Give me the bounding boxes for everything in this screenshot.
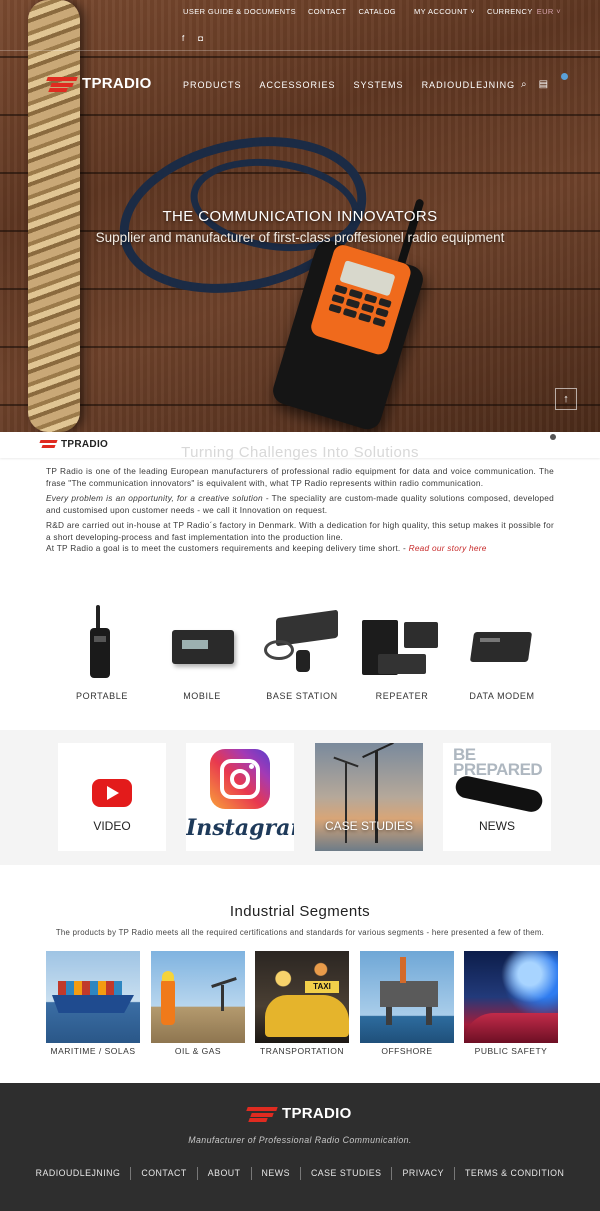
instagram-icon[interactable]: ◘ xyxy=(198,34,203,43)
media-tiles: VIDEO Instagram CASE STUDIES BE PREPARED… xyxy=(0,730,600,865)
footer-links: RADIOUDLEJNING CONTACT ABOUT NEWS CASE S… xyxy=(0,1167,600,1180)
mobile-radio-image xyxy=(152,600,252,680)
top-link-catalog[interactable]: CATALOG xyxy=(358,7,396,16)
segment-offshore[interactable]: OFFSHORE xyxy=(360,951,454,1056)
cart-badge xyxy=(560,73,568,80)
hero-title: THE COMMUNICATION INNOVATORS xyxy=(162,208,438,225)
top-link-contact[interactable]: CONTACT xyxy=(308,7,347,16)
logo-mark-icon xyxy=(46,76,79,92)
segments-subtitle: The products by TP Radio meets all the r… xyxy=(55,928,545,937)
main-nav: PRODUCTS ACCESSORIES SYSTEMS RADIOUDLEJN… xyxy=(183,80,533,90)
be-prepared-artwork: BE PREPARED xyxy=(453,746,551,779)
transportation-image: TAXI xyxy=(255,951,349,1043)
segment-public-safety[interactable]: PUBLIC SAFETY xyxy=(464,951,558,1056)
footer-link-radioudlejning[interactable]: RADIOUDLEJNING xyxy=(26,1167,131,1180)
segment-maritime[interactable]: MARITIME / SOLAS xyxy=(46,951,140,1056)
hero-subtitle: Supplier and manufacturer of first-class… xyxy=(95,230,505,245)
maritime-image xyxy=(46,951,140,1043)
segment-oil-gas[interactable]: OIL & GAS xyxy=(151,951,245,1056)
product-base-station[interactable]: BASE STATION xyxy=(252,600,352,701)
segment-label-maritime: MARITIME / SOLAS xyxy=(50,1046,136,1056)
top-link-user-guide[interactable]: USER GUIDE & DOCUMENTS xyxy=(183,7,296,16)
tile-video[interactable]: VIDEO xyxy=(58,743,166,851)
nav-products[interactable]: PRODUCTS xyxy=(183,80,242,90)
brand-name: TPRADIO xyxy=(82,75,152,92)
segment-label-offshore: OFFSHORE xyxy=(381,1046,433,1056)
tile-label-video: VIDEO xyxy=(93,819,131,833)
footer-tagline: Manufacturer of Professional Radio Commu… xyxy=(188,1135,412,1145)
tile-case-studies[interactable]: CASE STUDIES xyxy=(315,743,423,851)
currency-select[interactable]: EUR ˅ xyxy=(537,7,561,16)
cart-icon[interactable]: ▤ xyxy=(539,73,568,90)
product-categories: PORTABLE MOBILE BASE STATION REPEATER DA… xyxy=(52,600,552,701)
footer-link-contact[interactable]: CONTACT xyxy=(130,1167,196,1180)
top-link-my-account[interactable]: MY ACCOUNT ˅ xyxy=(414,7,475,16)
footer-link-case-studies[interactable]: CASE STUDIES xyxy=(299,1167,392,1180)
brand-logo[interactable]: TPRADIO xyxy=(46,75,152,92)
footer: TPRADIO Manufacturer of Professional Rad… xyxy=(0,1083,600,1211)
tile-instagram[interactable]: Instagram xyxy=(186,743,294,851)
logo-mark-icon xyxy=(246,1106,279,1122)
intro-paragraph-1: TP Radio is one of the leading European … xyxy=(46,466,554,488)
footer-link-news[interactable]: NEWS xyxy=(250,1167,300,1180)
product-label-portable: PORTABLE xyxy=(76,691,128,701)
nav-accessories[interactable]: ACCESSORIES xyxy=(260,80,336,90)
segment-label-transportation: TRANSPORTATION xyxy=(260,1046,344,1056)
facebook-icon[interactable]: f xyxy=(182,34,184,43)
intro-paragraph-4-text: At TP Radio a goal is to meet the custom… xyxy=(46,543,409,553)
search-icon[interactable]: ⌕ xyxy=(521,79,527,90)
base-station-image xyxy=(252,600,352,680)
read-story-link[interactable]: Read our story here xyxy=(409,543,487,553)
product-label-base-station: BASE STATION xyxy=(266,691,338,701)
product-repeater[interactable]: REPEATER xyxy=(352,600,452,701)
oil-gas-image xyxy=(151,951,245,1043)
offshore-image xyxy=(360,951,454,1043)
footer-link-terms[interactable]: TERMS & CONDITION xyxy=(453,1167,574,1180)
footer-link-about[interactable]: ABOUT xyxy=(196,1167,251,1180)
product-label-repeater: REPEATER xyxy=(375,691,429,701)
footer-link-privacy[interactable]: PRIVACY xyxy=(391,1167,453,1180)
youtube-icon xyxy=(92,779,132,807)
footer-logo[interactable]: TPRADIO xyxy=(246,1105,352,1122)
tile-label-case-studies: CASE STUDIES xyxy=(324,819,414,833)
top-divider xyxy=(0,50,600,51)
segment-label-public-safety: PUBLIC SAFETY xyxy=(474,1046,548,1056)
status-dot xyxy=(550,434,556,440)
top-utility-bar: USER GUIDE & DOCUMENTS CONTACT CATALOG M… xyxy=(0,0,600,50)
tile-label-news: NEWS xyxy=(479,819,515,833)
segment-transportation[interactable]: TAXI TRANSPORTATION xyxy=(255,951,349,1056)
product-label-mobile: MOBILE xyxy=(183,691,221,701)
intro-paragraph-4: At TP Radio a goal is to meet the custom… xyxy=(46,543,554,555)
product-mobile[interactable]: MOBILE xyxy=(152,600,252,701)
segments-title: Industrial Segments xyxy=(229,903,371,920)
nav-radioudlejning[interactable]: RADIOUDLEJNING xyxy=(422,80,516,90)
product-data-modem[interactable]: DATA MODEM xyxy=(452,600,552,701)
nav-systems[interactable]: SYSTEMS xyxy=(354,80,404,90)
hero-banner: USER GUIDE & DOCUMENTS CONTACT CATALOG M… xyxy=(0,0,600,432)
news-art-line-2: PREPARED xyxy=(453,760,543,779)
footer-brand-name: TPRADIO xyxy=(282,1105,352,1122)
intro-text: TP Radio is one of the leading European … xyxy=(46,466,554,559)
intro-paragraph-2: Every problem is an opportunity, for a c… xyxy=(46,493,554,516)
taxi-sign: TAXI xyxy=(305,981,339,993)
tile-news[interactable]: BE PREPARED NEWS xyxy=(443,743,551,851)
instagram-wordmark: Instagram xyxy=(186,815,294,841)
scroll-up-button[interactable]: ↑ xyxy=(555,388,577,410)
intro-heading: Turning Challenges Into Solutions xyxy=(181,444,419,461)
public-safety-image xyxy=(464,951,558,1043)
portable-radio-image xyxy=(52,600,152,680)
instagram-icon xyxy=(210,749,270,809)
top-link-currency[interactable]: CURRENCY xyxy=(487,7,533,16)
repeater-image xyxy=(352,600,452,680)
intro-emphasis: Every problem is an opportunity, for a c… xyxy=(46,493,263,503)
data-modem-image xyxy=(452,600,552,680)
product-label-data-modem: DATA MODEM xyxy=(469,691,535,701)
intro-paragraph-3: R&D are carried out in-house at TP Radio… xyxy=(46,520,554,542)
segment-label-oil-gas: OIL & GAS xyxy=(174,1046,222,1056)
product-portable[interactable]: PORTABLE xyxy=(52,600,152,701)
